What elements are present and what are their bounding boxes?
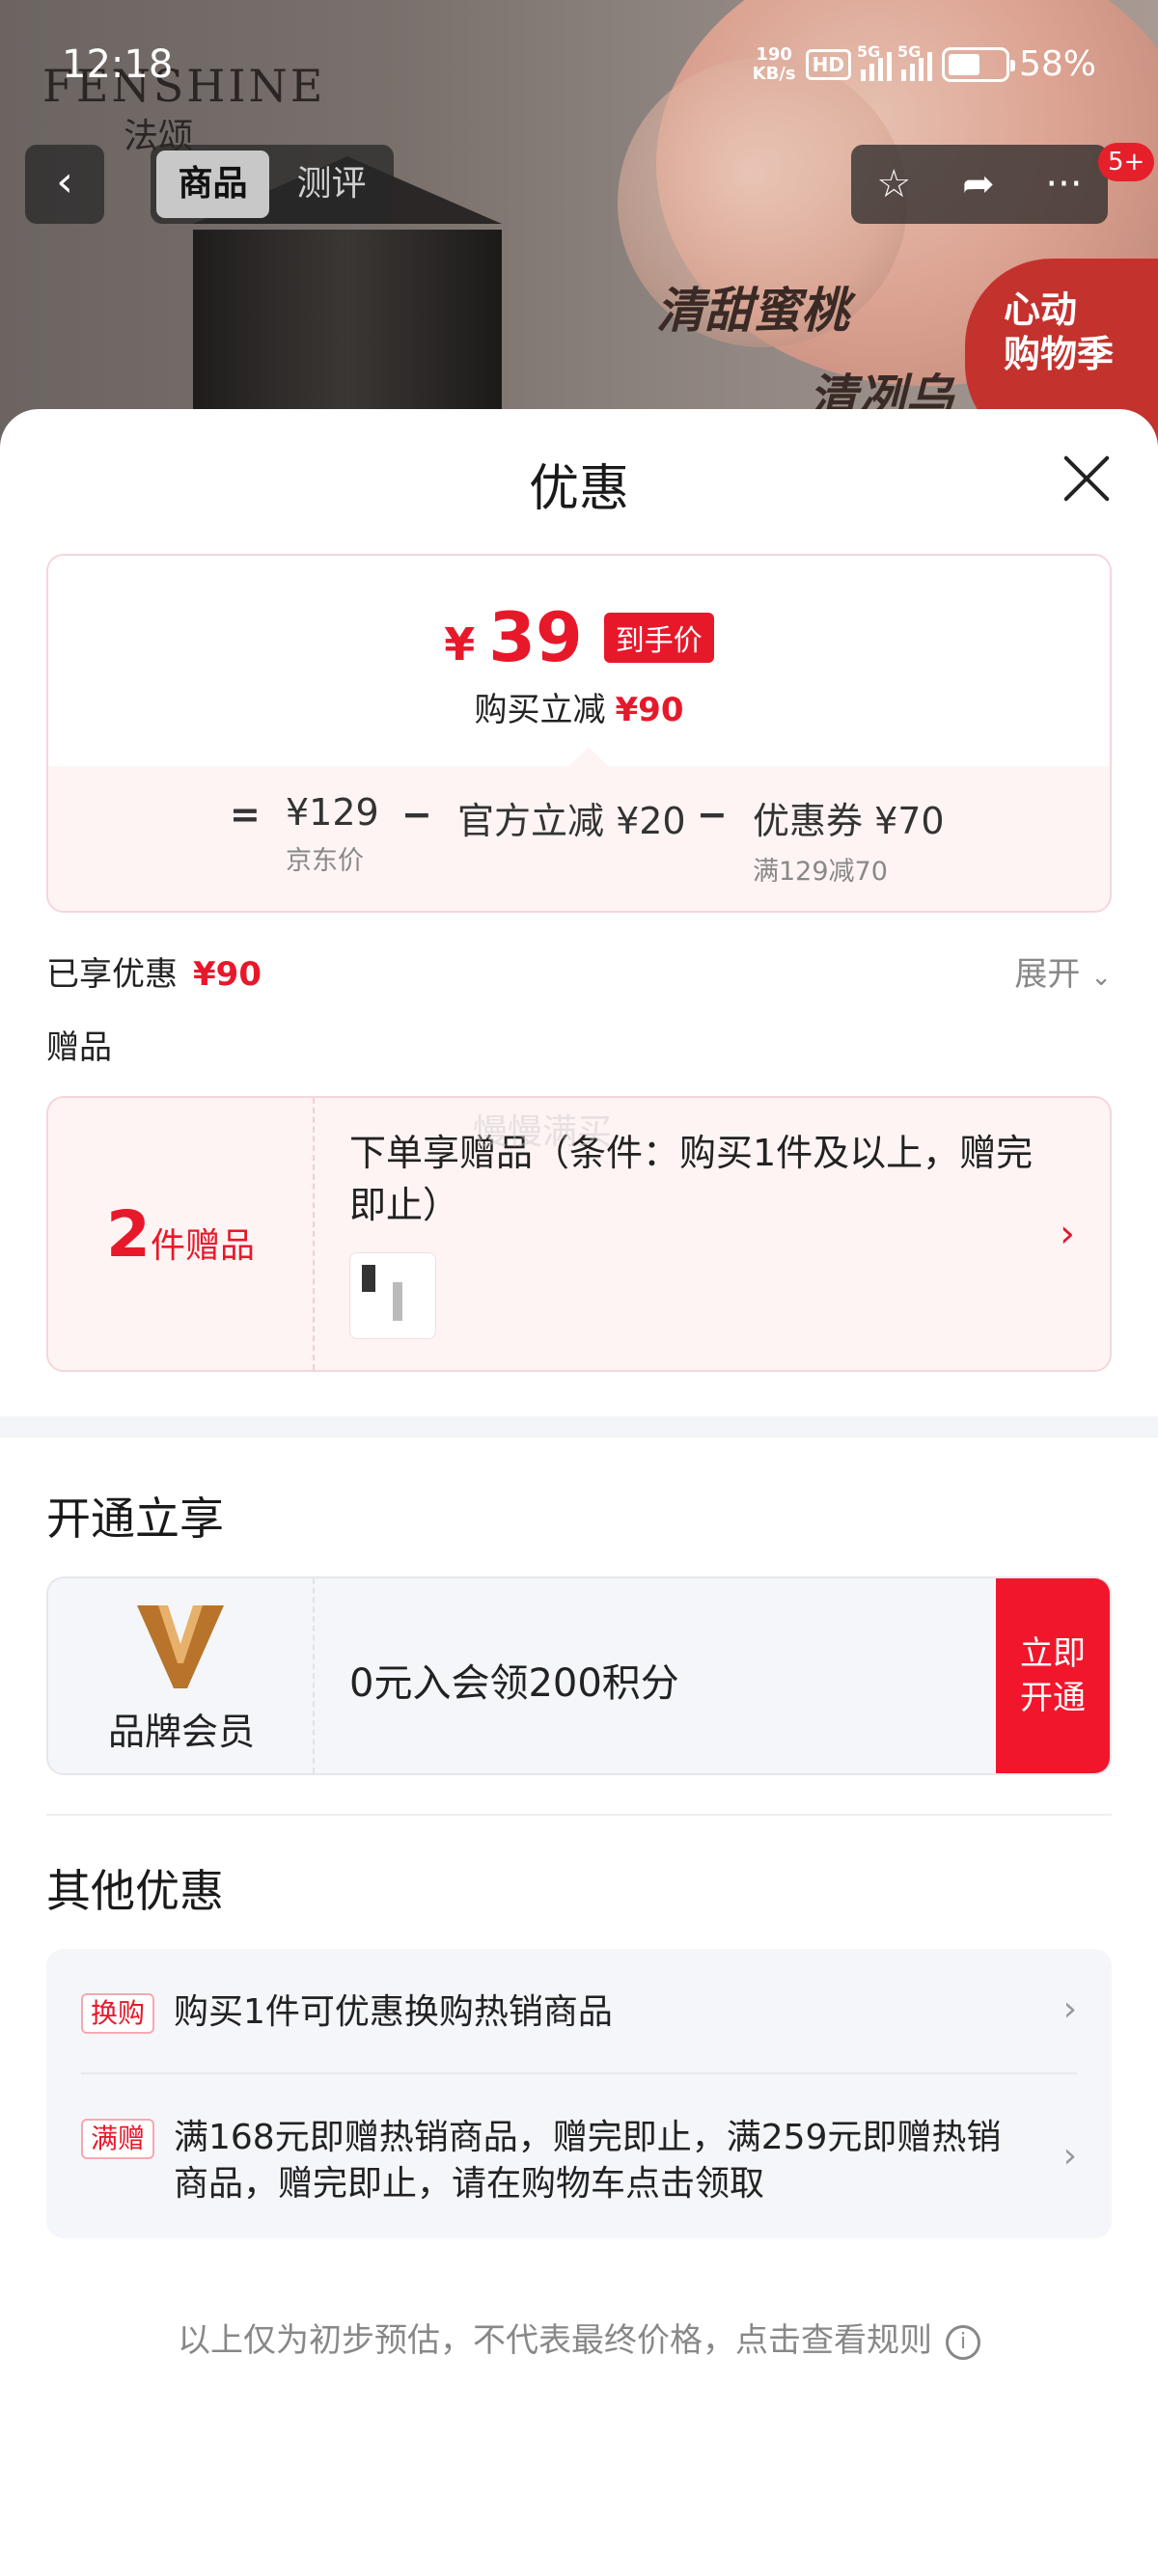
close-icon[interactable] [1060,452,1114,506]
divider-line [46,1814,1112,1816]
final-price-value: 39 [488,598,583,677]
status-bar: 12:18 190 KB/s HD 5G 5G 58% [0,0,1158,125]
membership-section-title: 开通立享 [46,1493,224,1545]
chevron-right-icon: › [1062,2136,1077,2176]
row-separator [81,2072,1077,2074]
battery-icon [941,46,1015,82]
reduce-value: ¥90 [615,691,684,729]
chevron-down-icon: ⌄ [1090,963,1112,992]
network-speed-value: 190 [756,43,792,65]
signal-icon-2: 5G [897,42,932,81]
info-icon: i [946,2324,980,2360]
chevron-right-icon: › [1062,1989,1077,2029]
formula-jd-price-value: ¥129 [286,791,379,834]
other-discounts-title: 其他优惠 [46,1865,224,1917]
status-icons: 190 KB/s HD 5G 5G 58% [752,42,1096,85]
notification-badge: 5+ [1098,143,1155,181]
gift-description: 下单享赠品（条件：购买1件及以上，赠完即止） [349,1132,1034,1226]
more-dots-icon[interactable]: ··· [1045,162,1082,206]
back-button[interactable]: ‹ [25,145,104,224]
equals-sign: = [230,793,261,836]
tab-product[interactable]: 商品 [156,151,269,218]
product-tabs: 商品 测评 [151,145,394,224]
reduce-label: 购买立减 [474,691,606,729]
clock: 12:18 [62,42,174,87]
other-item-full-gift[interactable]: 满赠 满168元即赠热销商品，赠完即止，满259元即赠热销商品，赠完即止，请在购… [81,2118,1077,2215]
membership-brand: 品牌会员 [48,1578,315,1773]
other-item-exchange[interactable]: 换购 购买1件可优惠换购热销商品 › [81,1989,1077,2051]
exchange-tag: 换购 [81,1993,155,2034]
gift-thumbnail [349,1252,436,1339]
sheet-title: 优惠 [528,460,629,518]
enjoyed-value: ¥90 [193,955,262,994]
price-formula: = ¥129 京东价 − 官方立减 ¥20 − 优惠券 ¥70 满129减70 [48,747,1110,911]
price-breakdown-card: ¥ 39 到手价 购买立减 ¥90 = ¥129 京东价 − 官方立减 ¥20 −… [46,554,1112,913]
hd-icon: HD [805,48,851,80]
brand-v-logo-icon [137,1605,224,1688]
formula-official-reduce: 官方立减 ¥20 [457,791,686,844]
section-divider [0,1416,1158,1438]
reduce-summary: 购买立减 ¥90 [48,683,1110,730]
join-membership-button[interactable]: 立即 开通 [996,1578,1110,1773]
enjoyed-label: 已享优惠 [46,955,178,994]
final-price-tag: 到手价 [603,613,714,663]
tab-review[interactable]: 测评 [275,151,388,218]
battery-level [948,53,980,75]
enjoyed-discount: 已享优惠 ¥90 [46,947,262,995]
gift-count-number: 2 [106,1196,151,1272]
back-arrow-icon: ‹ [56,157,73,206]
final-price-area: ¥ 39 到手价 购买立减 ¥90 [48,556,1110,766]
other-discounts-card: 换购 购买1件可优惠换购热销商品 › 满赠 满168元即赠热销商品，赠完即止，满… [46,1949,1112,2238]
share-icon[interactable]: ➦ [962,162,995,206]
formula-jd-price-label: 京东价 [286,846,364,876]
membership-card: 品牌会员 0元入会领200积分 立即 开通 [46,1576,1112,1775]
price-rules-link[interactable]: 以上仅为初步预估，不代表最终价格，点击查看规则 i [0,2314,1158,2361]
gift-count-unit: 件赠品 [150,1226,255,1266]
gift-section-title: 赠品 [46,1028,112,1067]
chevron-right-icon: › [1060,1212,1075,1256]
minus-sign: − [401,793,432,836]
expand-label: 展开 [1014,955,1081,994]
pointer-arrow [569,747,608,766]
formula-coupon-condition: 满129减70 [753,857,888,887]
discount-sheet: 优惠 ¥ 39 到手价 购买立减 ¥90 = ¥129 京东价 − 官方立减 ¥2… [0,409,1158,2576]
final-price: ¥ 39 到手价 [48,598,1110,677]
footnote-text: 以上仅为初步预估，不代表最终价格，点击查看规则 [178,2321,932,2360]
star-icon[interactable]: ☆ [876,162,911,206]
expand-button[interactable]: 展开 ⌄ [1014,947,1112,995]
membership-label: 品牌会员 [107,1711,255,1753]
full-gift-text: 满168元即赠热销商品，赠完即止，满259元即赠热销商品，赠完即止，请在购物车点… [174,2118,1002,2204]
signal-2-label: 5G [896,41,922,61]
top-actions: ☆ ➦ ··· [851,145,1108,224]
network-speed: 190 KB/s [752,43,796,84]
battery-percent: 58% [1018,44,1096,84]
signal-icon: 5G [857,42,892,81]
formula-coupon: 优惠券 ¥70 满129减70 [753,791,945,888]
formula-official-reduce-value: 官方立减 ¥20 [457,800,686,842]
network-speed-unit: KB/s [752,63,796,84]
signal-1-label: 5G [856,41,881,61]
currency-symbol: ¥ [444,618,476,671]
slogan-line-1: 清甜蜜桃 [656,283,849,339]
minus-sign-2: − [697,793,728,836]
gift-count: 2 件赠品 [48,1098,315,1370]
full-gift-tag: 满赠 [81,2119,155,2159]
formula-coupon-value: 优惠券 ¥70 [753,800,945,842]
membership-offer: 0元入会领200积分 [349,1661,679,1706]
watermark: 慢慢满买 [473,1112,613,1152]
formula-jd-price: ¥129 京东价 [286,791,379,877]
exchange-text: 购买1件可优惠换购热销商品 [174,1992,613,2032]
